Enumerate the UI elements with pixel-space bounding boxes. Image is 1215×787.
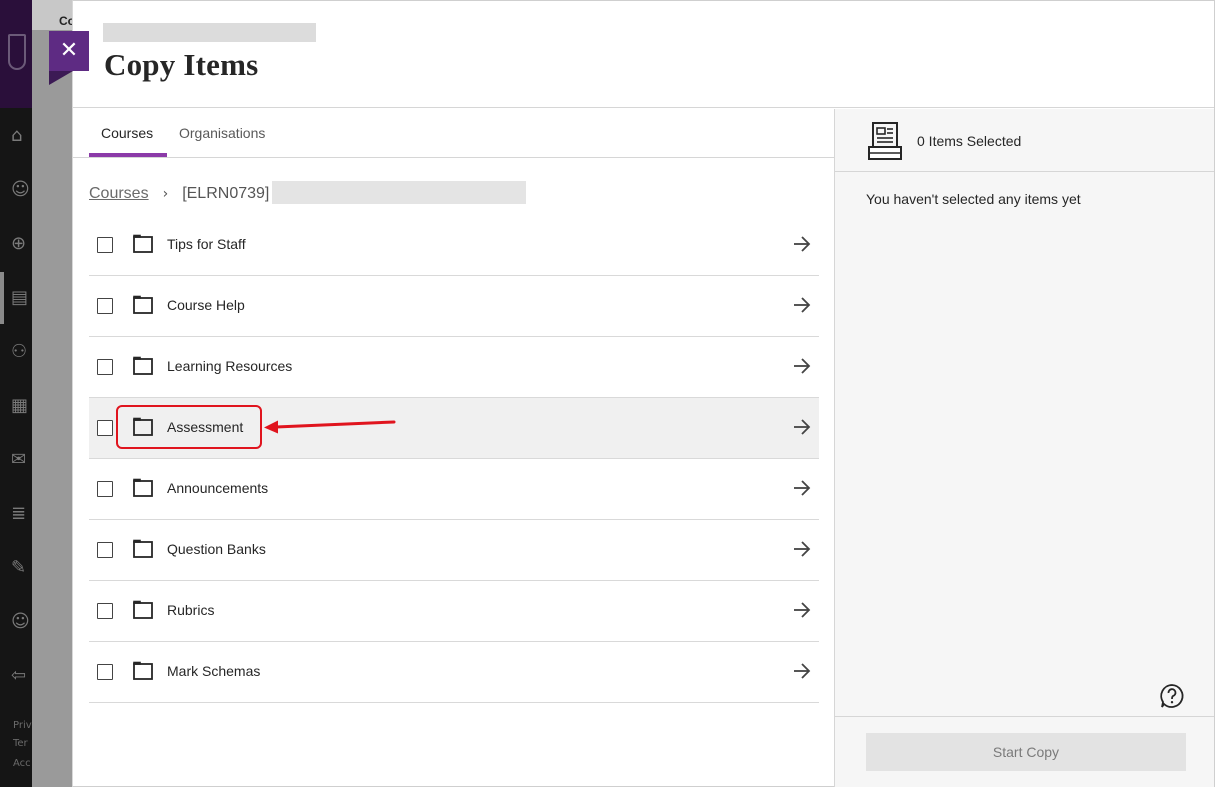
folder-icon (132, 417, 154, 437)
selection-header: 0 Items Selected (835, 109, 1214, 172)
folder-icon (132, 539, 154, 559)
selection-footer: Start Copy (835, 716, 1214, 787)
items-tray-icon (868, 122, 902, 160)
list-item-announcements[interactable]: Announcements (89, 459, 819, 520)
start-copy-button[interactable]: Start Copy (866, 733, 1186, 771)
tab-courses[interactable]: Courses (101, 125, 153, 141)
help-icon[interactable] (1159, 683, 1185, 709)
footer-link-terms: Ter (13, 738, 28, 749)
item-checkbox[interactable] (97, 359, 113, 375)
selection-panel: 0 Items Selected You haven't selected an… (834, 109, 1214, 787)
chevron-right-icon: › (162, 186, 169, 202)
arrow-right-icon[interactable] (792, 356, 812, 376)
item-label: Assessment (167, 419, 244, 435)
arrow-right-icon[interactable] (792, 295, 812, 315)
list-item-rubrics[interactable]: Rubrics (89, 581, 819, 642)
breadcrumb-courses-link[interactable]: Courses (89, 185, 149, 203)
folder-icon (132, 661, 154, 681)
active-tab-indicator (89, 153, 167, 157)
arrow-right-icon[interactable] (792, 417, 812, 437)
globe-icon: ⊕ (11, 233, 27, 254)
people-icon: ☺ (11, 611, 30, 632)
sign-out-icon: ⇦ (11, 665, 27, 686)
item-label: Mark Schemas (167, 663, 261, 679)
profile-icon: ☺ (11, 179, 30, 200)
item-checkbox[interactable] (97, 664, 113, 680)
folder-icon (132, 478, 154, 498)
item-checkbox[interactable] (97, 603, 113, 619)
background-content-strip: Co (32, 0, 75, 787)
list-item-mark-schemas[interactable]: Mark Schemas (89, 642, 819, 703)
folder-icon (132, 600, 154, 620)
arrow-right-icon[interactable] (792, 539, 812, 559)
footer-link-privacy: Priv (13, 720, 32, 731)
list-item-course-help[interactable]: Course Help (89, 276, 819, 337)
calendar-icon: ▦ (11, 395, 29, 416)
close-button[interactable]: ✕ (49, 31, 89, 85)
item-checkbox[interactable] (97, 542, 113, 558)
courses-icon: ▤ (11, 287, 29, 308)
redacted-course-title (272, 181, 526, 204)
folder-icon (132, 356, 154, 376)
messages-icon: ✉ (11, 449, 27, 470)
list-item-question-banks[interactable]: Question Banks (89, 520, 819, 581)
arrow-right-icon[interactable] (792, 661, 812, 681)
item-label: Learning Resources (167, 358, 293, 374)
course-browser: Courses Organisations Courses › [ELRN073… (73, 109, 834, 787)
rail-active-indicator (0, 272, 4, 324)
crest-logo (8, 34, 26, 70)
item-checkbox[interactable] (97, 481, 113, 497)
background-nav-rail: ⌂ ☺ ⊕ ▤ ⚇ ▦ ✉ ≣ ✎ ☺ ⇦ Priv Ter Acc (0, 0, 32, 787)
item-checkbox[interactable] (97, 420, 113, 436)
groups-icon: ⚇ (11, 341, 28, 362)
copy-items-panel: Copy Items Courses Organisations Courses… (72, 0, 1215, 787)
arrow-right-icon[interactable] (792, 478, 812, 498)
tab-bar: Courses Organisations (73, 109, 834, 158)
folder-icon (132, 295, 154, 315)
edit-icon: ✎ (11, 557, 27, 578)
tab-organisations[interactable]: Organisations (179, 125, 265, 141)
item-label: Question Banks (167, 541, 266, 557)
list-item-learning-resources[interactable]: Learning Resources (89, 337, 819, 398)
selected-count: 0 Items Selected (917, 133, 1022, 149)
footer-link-accessibility: Acc (13, 758, 31, 769)
content-list: Tips for Staff Course Help Learning Resour… (89, 215, 819, 703)
item-label: Course Help (167, 297, 245, 313)
arrow-right-icon[interactable] (792, 600, 812, 620)
item-label: Announcements (167, 480, 269, 496)
item-label: Rubrics (167, 602, 215, 618)
panel-header: Copy Items (73, 1, 1214, 108)
item-checkbox[interactable] (97, 237, 113, 253)
institution-icon: ⌂ (11, 125, 23, 146)
background-header: Co (32, 0, 75, 30)
list-item-tips-for-staff[interactable]: Tips for Staff (89, 215, 819, 276)
breadcrumb-current: [ELRN0739] (182, 185, 270, 202)
close-icon: ✕ (59, 38, 79, 63)
page-title: Copy Items (104, 47, 259, 82)
item-checkbox[interactable] (97, 298, 113, 314)
arrow-right-icon[interactable] (792, 234, 812, 254)
redacted-course-name (103, 23, 316, 42)
folder-icon (132, 234, 154, 254)
grades-icon: ≣ (11, 503, 27, 524)
brand-area (0, 0, 32, 108)
item-label: Tips for Staff (167, 236, 246, 252)
breadcrumb: Courses › [ELRN0739] (89, 183, 269, 205)
empty-selection-message: You haven't selected any items yet (866, 191, 1081, 207)
list-item-assessment[interactable]: Assessment (89, 398, 819, 459)
